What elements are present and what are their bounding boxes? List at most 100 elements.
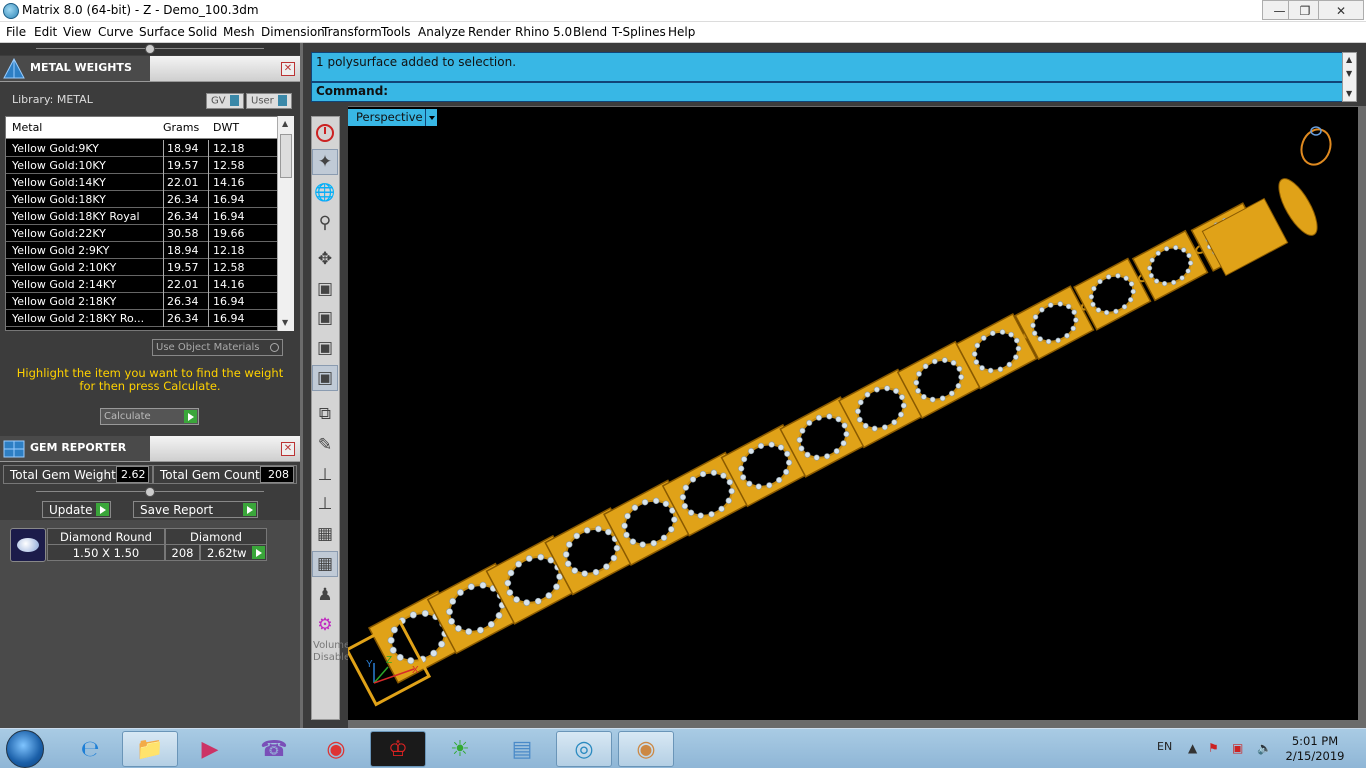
app-red-icon[interactable]: ♔ — [370, 731, 426, 767]
metal-table-scrollbar[interactable]: ▲ ▼ — [277, 116, 294, 331]
layers-icon[interactable]: ▦ — [312, 521, 338, 547]
notepad-icon[interactable]: ▤ — [494, 731, 550, 767]
restore-button[interactable]: ❐ — [1288, 0, 1322, 20]
column-metal[interactable]: Metal — [12, 121, 42, 134]
menu-blend[interactable]: Blend — [573, 25, 607, 39]
update-button[interactable]: Update — [42, 501, 111, 518]
grams-cell: 22.01 — [163, 174, 207, 191]
table-row[interactable]: Yellow Gold:10KY 19.57 12.58 — [6, 157, 279, 174]
bracelet-model[interactable]: Y ZX — [348, 107, 1358, 720]
table-row[interactable]: Yellow Gold:18KY 26.34 16.94 — [6, 191, 279, 208]
menu-curve[interactable]: Curve — [98, 25, 133, 39]
snap-off-icon[interactable]: ⊥ — [312, 462, 338, 488]
scroll-thumb[interactable] — [280, 134, 292, 178]
paint-icon[interactable]: ◉ — [618, 731, 674, 767]
grams-cell: 19.57 — [163, 259, 207, 276]
molecule-icon[interactable]: ⚲ — [312, 210, 338, 236]
ie-icon[interactable]: ℮ — [62, 731, 118, 767]
use-object-materials-toggle[interactable]: Use Object Materials — [152, 339, 283, 356]
command-scrollbar[interactable]: ▲ ▼ ▼ — [1342, 52, 1357, 102]
table-row[interactable]: Yellow Gold 2:10KY 19.57 12.58 — [6, 259, 279, 276]
menu-rhino[interactable]: Rhino 5.0 — [515, 25, 572, 39]
diamond-round-icon[interactable] — [10, 528, 46, 562]
table-row[interactable]: Yellow Gold:9KY 18.94 12.18 — [6, 140, 279, 157]
ring-icon — [1300, 128, 1332, 166]
explorer-icon[interactable]: 📁 — [122, 731, 178, 767]
metal-weights-close-button[interactable]: ✕ — [281, 62, 295, 76]
cube-front-icon[interactable]: ▣ — [312, 276, 338, 302]
app-green-icon[interactable]: ☀ — [432, 731, 488, 767]
table-row[interactable]: Yellow Gold:22KY 30.58 19.66 — [6, 225, 279, 242]
menu-analyze[interactable]: Analyze — [418, 25, 465, 39]
menu-file[interactable]: File — [6, 25, 26, 39]
table-row[interactable]: Yellow Gold 2:18KY Ro... 26.34 16.94 — [6, 310, 279, 327]
action-center-icon[interactable]: ⚑ — [1208, 741, 1219, 755]
volume-status: Volume Disabled — [313, 640, 357, 663]
viewport-dropdown[interactable] — [425, 109, 437, 126]
column-grams[interactable]: Grams — [163, 121, 199, 134]
plane-icon[interactable]: ✦ — [312, 149, 338, 175]
globe-icon[interactable]: 🌐 — [312, 180, 338, 206]
language-indicator[interactable]: EN — [1157, 740, 1172, 753]
matrix-icon[interactable]: ◎ — [556, 731, 612, 767]
table-row[interactable]: Yellow Gold 2:9KY 18.94 12.18 — [6, 242, 279, 259]
menu-tsplines[interactable]: T-Splines — [612, 25, 666, 39]
grams-cell: 18.94 — [163, 140, 207, 157]
axes-icon[interactable]: ✥ — [312, 246, 338, 272]
menu-tools[interactable]: Tools — [381, 25, 411, 39]
resize-icon[interactable]: ⧉ — [312, 401, 338, 427]
menu-render[interactable]: Render — [468, 25, 511, 39]
viber-icon[interactable]: ☎ — [246, 731, 302, 767]
cube-top-icon[interactable]: ▣ — [312, 305, 338, 331]
dwt-cell: 14.16 — [208, 276, 268, 293]
viewport-label[interactable]: Perspective — [348, 109, 425, 126]
gem-reporter-close-button[interactable]: ✕ — [281, 442, 295, 456]
table-row[interactable]: Yellow Gold:14KY 22.01 14.16 — [6, 174, 279, 191]
walk-icon[interactable]: ♟ — [312, 582, 338, 608]
dwt-cell: 12.18 — [208, 242, 268, 259]
perspective-viewport[interactable]: YZX — [348, 107, 1358, 720]
menu-edit[interactable]: Edit — [34, 25, 57, 39]
chrome-icon[interactable]: ◉ — [308, 731, 364, 767]
save-report-button[interactable]: Save Report — [133, 501, 258, 518]
media-icon[interactable]: ▶ — [182, 731, 238, 767]
gv-toggle[interactable]: GV — [206, 93, 244, 109]
gumball-icon[interactable]: ▦ — [312, 551, 338, 577]
start-button[interactable] — [6, 730, 44, 768]
clock[interactable]: 5:01 PM 2/15/2019 — [1280, 734, 1350, 764]
metal-name-cell: Yellow Gold 2:10KY — [12, 261, 117, 274]
metal-name-cell: Yellow Gold:22KY — [12, 227, 106, 240]
calculate-button[interactable]: Calculate — [100, 408, 199, 425]
cube-perspective-icon[interactable]: ▣ — [312, 365, 338, 391]
panel-splitter-top[interactable] — [0, 43, 300, 55]
menu-view[interactable]: View — [63, 25, 91, 39]
column-dwt[interactable]: DWT — [213, 121, 239, 134]
show-hidden-icons[interactable]: ▲ — [1188, 741, 1197, 755]
dwt-cell: 19.66 — [208, 225, 268, 242]
panel-splitter-gem[interactable] — [0, 486, 300, 498]
table-row[interactable]: Yellow Gold:18KY Royal 26.34 16.94 — [6, 208, 279, 225]
window-title: Matrix 8.0 (64-bit) - Z - Demo_100.3dm — [22, 3, 259, 17]
metal-name-cell: Yellow Gold:9KY — [12, 142, 99, 155]
menu-dimension[interactable]: Dimension — [261, 25, 325, 39]
volume-icon[interactable]: 🔈 — [1257, 741, 1272, 755]
snap-r-icon[interactable]: ⊥ — [312, 491, 338, 517]
menu-transform[interactable]: Transform — [322, 25, 382, 39]
table-row[interactable]: Yellow Gold 2:18KY 26.34 16.94 — [6, 293, 279, 310]
network-icon[interactable]: ▣ — [1232, 741, 1243, 755]
cube-right-icon[interactable]: ▣ — [312, 335, 338, 361]
metal-name-cell: Yellow Gold 2:18KY Ro... — [12, 312, 145, 325]
user-toggle[interactable]: User — [246, 93, 292, 109]
brush-icon[interactable]: ✎ — [312, 432, 338, 458]
power-icon[interactable] — [312, 120, 338, 146]
menu-mesh[interactable]: Mesh — [223, 25, 255, 39]
menu-surface[interactable]: Surface — [139, 25, 185, 39]
gear-icon[interactable]: ⚙ — [312, 612, 338, 638]
table-row[interactable]: Yellow Gold 2:14KY 22.01 14.16 — [6, 276, 279, 293]
command-input[interactable]: Command: — [311, 82, 1343, 102]
close-button[interactable]: ✕ — [1318, 0, 1364, 20]
menu-solid[interactable]: Solid — [188, 25, 217, 39]
gem-weight[interactable]: 2.62tw — [200, 544, 267, 561]
metal-table[interactable]: Metal Grams DWT Yellow Gold:9KY 18.94 12.1… — [5, 116, 294, 331]
menu-help[interactable]: Help — [668, 25, 695, 39]
